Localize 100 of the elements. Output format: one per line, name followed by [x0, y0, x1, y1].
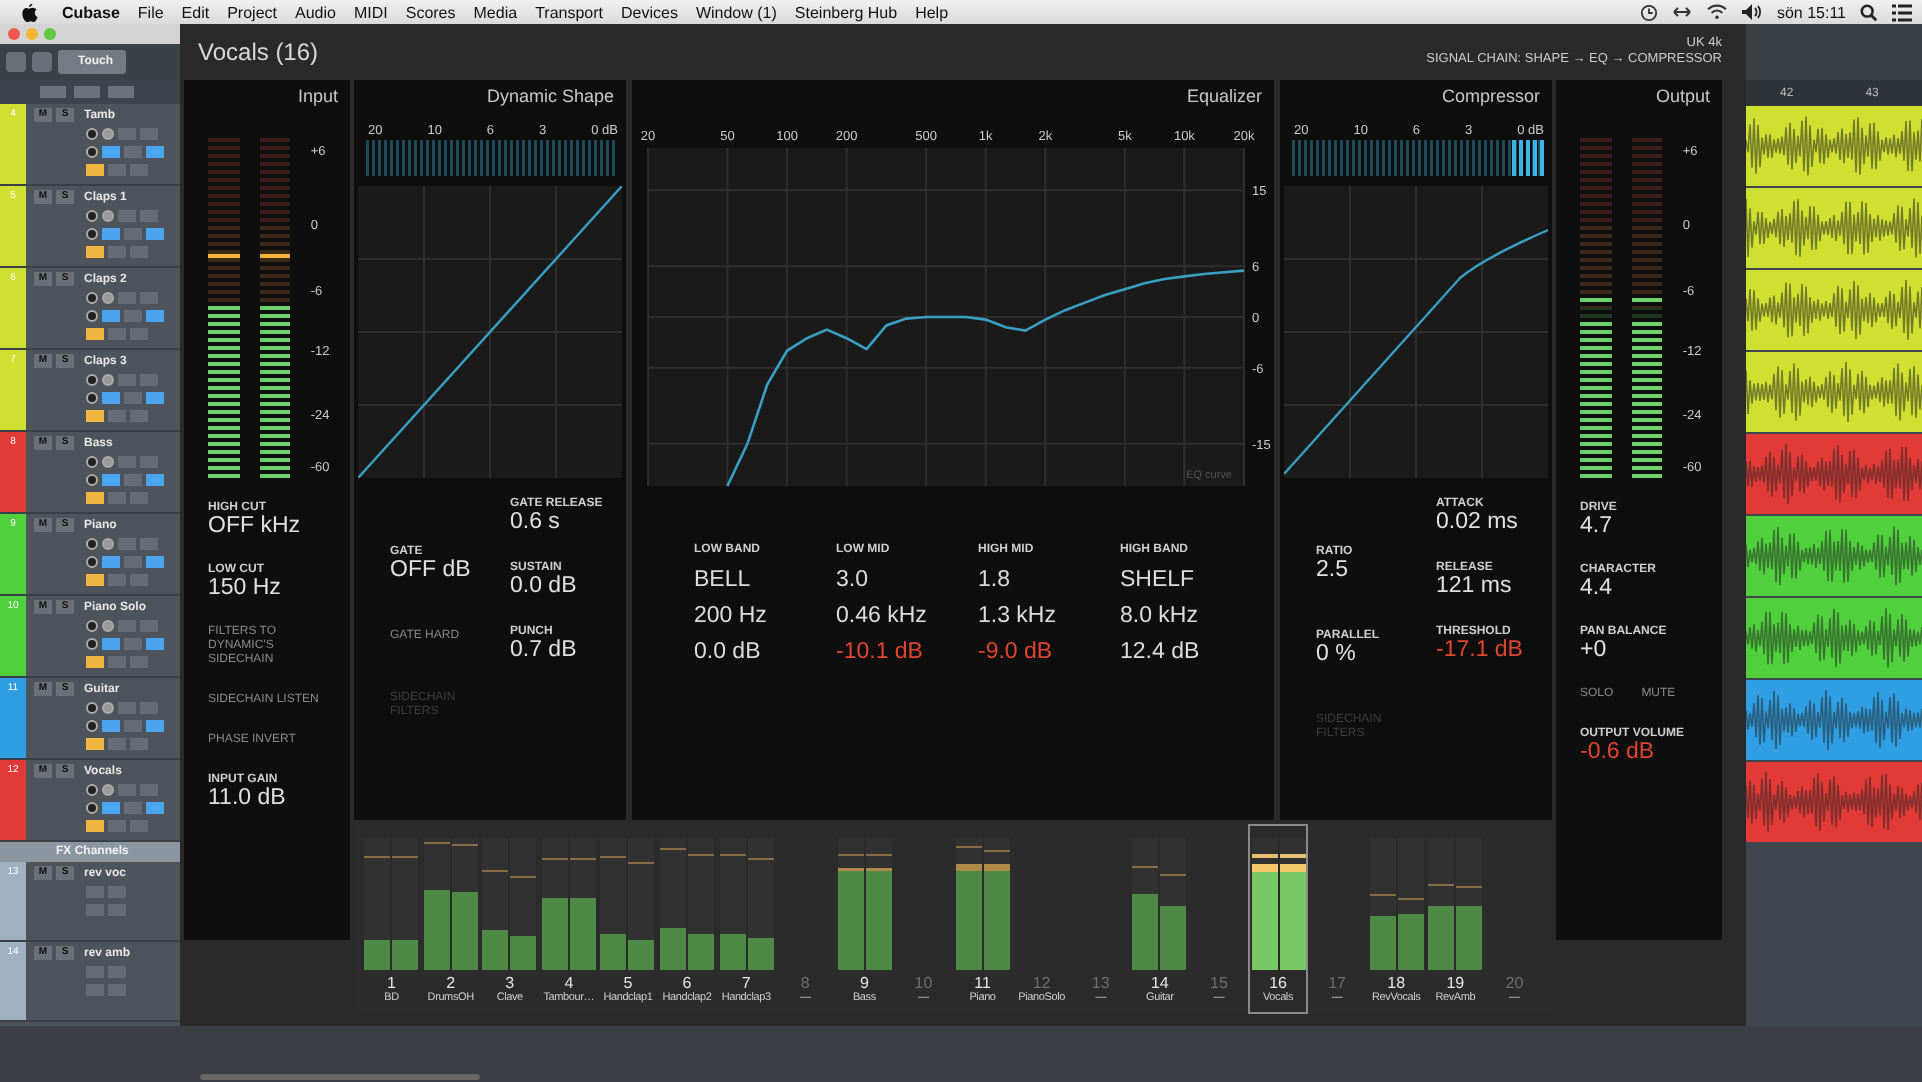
read-button[interactable] — [118, 619, 136, 631]
band-frequency[interactable]: 200 Hz — [694, 604, 836, 628]
record-button[interactable] — [86, 291, 98, 303]
write-button[interactable] — [140, 783, 158, 795]
record-button[interactable] — [86, 209, 98, 221]
band-shape[interactable]: 3.0 — [836, 568, 978, 592]
lock-button[interactable] — [86, 491, 104, 503]
parameter-value[interactable]: -0.6 dB — [1580, 740, 1684, 764]
timebase-button[interactable] — [86, 801, 98, 813]
wifi-icon[interactable] — [1706, 4, 1729, 20]
timebase-button[interactable] — [86, 227, 98, 239]
search-icon[interactable] — [1860, 3, 1878, 21]
lock-button[interactable] — [86, 327, 104, 339]
menu-clock[interactable]: sön 15:11 — [1776, 3, 1846, 21]
audio-clip[interactable] — [1746, 270, 1922, 350]
arrows-icon[interactable] — [1672, 4, 1693, 20]
band-gain[interactable]: -10.1 dB — [836, 640, 978, 664]
menu-item[interactable]: Scores — [405, 3, 456, 21]
audio-clip[interactable] — [1746, 762, 1922, 842]
record-button[interactable] — [86, 373, 98, 385]
monitor-button[interactable] — [102, 373, 114, 385]
menu-item[interactable]: Audio — [295, 3, 336, 21]
timebase-button[interactable] — [86, 637, 98, 649]
read-button[interactable] — [118, 209, 136, 221]
lock-button[interactable] — [86, 163, 104, 175]
record-button[interactable] — [86, 127, 98, 139]
write-button[interactable] — [140, 291, 158, 303]
parameter-value[interactable]: 150 Hz — [208, 576, 281, 600]
parameter-value[interactable]: OFF dB — [390, 558, 502, 582]
parameter-value[interactable]: OFF kHz — [208, 514, 300, 538]
parameter-value[interactable]: 2.5 — [1316, 558, 1428, 582]
record-button[interactable] — [86, 619, 98, 631]
band-shape[interactable]: SHELF — [1120, 568, 1262, 592]
band-shape[interactable]: 1.8 — [978, 568, 1120, 592]
audio-clip[interactable] — [1746, 188, 1922, 268]
parameter-value[interactable]: 0.7 dB — [510, 638, 622, 662]
write-button[interactable] — [140, 701, 158, 713]
monitor-button[interactable] — [102, 701, 114, 713]
band-frequency[interactable]: 0.46 kHz — [836, 604, 978, 628]
audio-clip[interactable] — [1746, 680, 1922, 760]
monitor-button[interactable] — [102, 537, 114, 549]
band-gain[interactable]: 12.4 dB — [1120, 640, 1262, 664]
write-button[interactable] — [140, 373, 158, 385]
timebase-button[interactable] — [86, 391, 98, 403]
timebase-button[interactable] — [86, 145, 98, 157]
audio-clip[interactable] — [1746, 352, 1922, 432]
lock-button[interactable] — [86, 819, 104, 831]
audio-clip[interactable] — [1746, 106, 1922, 186]
write-button[interactable] — [108, 965, 126, 977]
audio-clip[interactable] — [1746, 516, 1922, 596]
menu-item[interactable]: Help — [915, 3, 949, 21]
parameter-value[interactable]: 0.02 ms — [1436, 510, 1548, 534]
parameter-value[interactable]: 4.4 — [1580, 576, 1656, 600]
menu-item[interactable]: Edit — [181, 3, 210, 21]
band-frequency[interactable]: 1.3 kHz — [978, 604, 1120, 628]
menu-item[interactable]: Project — [227, 3, 277, 21]
band-shape[interactable]: BELL — [694, 568, 836, 592]
zoom-button[interactable] — [44, 28, 56, 40]
monitor-button[interactable] — [102, 455, 114, 467]
write-button[interactable] — [140, 455, 158, 467]
read-button[interactable] — [118, 455, 136, 467]
lock-button[interactable] — [86, 655, 104, 667]
band-gain[interactable]: 0.0 dB — [694, 640, 836, 664]
apple-logo-icon[interactable] — [20, 2, 38, 22]
read-button[interactable] — [118, 783, 136, 795]
parameter-value[interactable]: 0 % — [1316, 642, 1428, 666]
write-button[interactable] — [140, 619, 158, 631]
read-button[interactable] — [86, 965, 104, 977]
speaker-icon[interactable] — [1742, 4, 1763, 20]
timebase-button[interactable] — [86, 719, 98, 731]
record-button[interactable] — [86, 455, 98, 467]
timebase-button[interactable] — [86, 555, 98, 567]
read-button[interactable] — [86, 885, 104, 897]
list-icon[interactable] — [1892, 3, 1912, 21]
band-frequency[interactable]: 8.0 kHz — [1120, 604, 1262, 628]
record-button[interactable] — [86, 701, 98, 713]
monitor-button[interactable] — [102, 619, 114, 631]
menu-item[interactable]: Window (1) — [695, 3, 777, 21]
read-button[interactable] — [118, 373, 136, 385]
lock-button[interactable] — [86, 573, 104, 585]
parameter-value[interactable]: 121 ms — [1436, 574, 1548, 598]
menu-item[interactable]: Cubase — [62, 3, 120, 21]
clock-icon[interactable] — [1640, 3, 1659, 21]
menu-item[interactable]: Transport — [535, 3, 603, 21]
monitor-button[interactable] — [102, 291, 114, 303]
lock-button[interactable] — [86, 245, 104, 257]
write-button[interactable] — [140, 209, 158, 221]
parameter-value[interactable]: -17.1 dB — [1436, 638, 1548, 662]
parameter-value[interactable]: 4.7 — [1580, 514, 1617, 538]
write-button[interactable] — [140, 537, 158, 549]
audio-clip[interactable] — [1746, 434, 1922, 514]
audio-clip[interactable] — [1746, 598, 1922, 678]
menu-item[interactable]: Media — [473, 3, 518, 21]
monitor-button[interactable] — [102, 783, 114, 795]
record-button[interactable] — [86, 783, 98, 795]
read-button[interactable] — [118, 127, 136, 139]
lock-button[interactable] — [86, 409, 104, 421]
record-button[interactable] — [86, 537, 98, 549]
menu-item[interactable]: MIDI — [353, 3, 388, 21]
timebase-button[interactable] — [86, 473, 98, 485]
